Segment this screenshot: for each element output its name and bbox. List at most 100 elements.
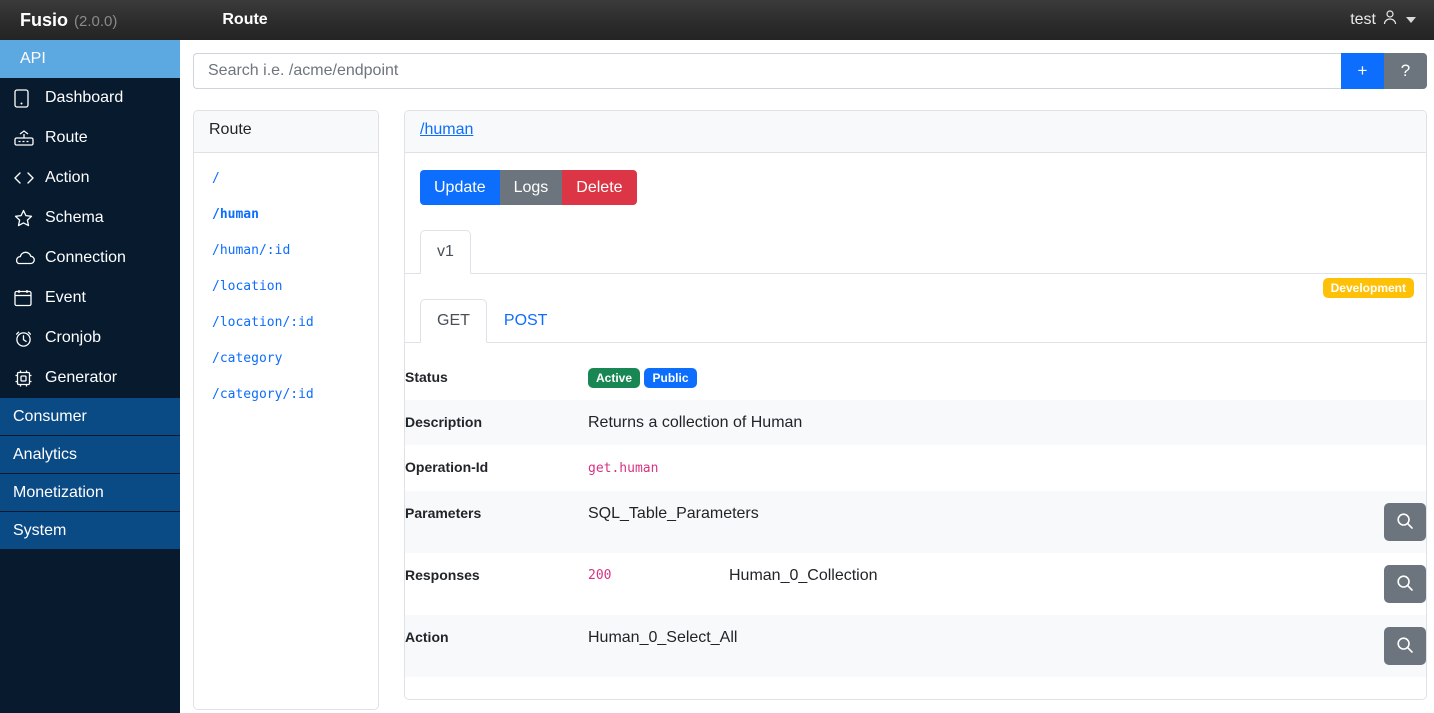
page-title: Route — [222, 11, 268, 28]
sidebar-item-route[interactable]: Route — [0, 118, 180, 158]
action-search-button[interactable] — [1384, 627, 1426, 665]
row-value: Active Public — [588, 355, 1361, 400]
route-detail-body: Update Logs Delete v1 Development GET PO… — [405, 153, 1426, 699]
sidebar-group-analytics[interactable]: Analytics — [0, 436, 180, 474]
sidebar-item-cronjob[interactable]: Cronjob — [0, 318, 180, 358]
sidebar-item-label: Connection — [45, 249, 126, 266]
route-list-item-selected[interactable]: /human — [194, 197, 378, 233]
tab-method-post[interactable]: POST — [487, 299, 565, 343]
chevron-down-icon — [1406, 17, 1416, 23]
sidebar-item-label: Dashboard — [45, 89, 124, 106]
route-list-header: Route — [194, 111, 378, 153]
chip-icon — [14, 368, 36, 388]
method-tabs: GET POST — [405, 299, 1426, 343]
route-detail-table: Status Active Public Description Returns… — [405, 355, 1426, 677]
user-label: test — [1350, 11, 1376, 28]
row-action — [1361, 553, 1426, 615]
route-detail-title-link[interactable]: /human — [420, 121, 473, 138]
person-icon — [1382, 9, 1398, 31]
sidebar-item-label: Cronjob — [45, 329, 102, 346]
sidebar-item-label: Generator — [45, 369, 118, 386]
sidebar-group-monetization[interactable]: Monetization — [0, 474, 180, 512]
route-list-item[interactable]: /human/:id — [194, 233, 378, 269]
status-public-badge: Public — [644, 367, 697, 388]
route-list-item[interactable]: /location/:id — [194, 305, 378, 341]
add-route-button[interactable]: + — [1341, 53, 1384, 89]
sidebar-group-api[interactable]: API — [0, 40, 180, 78]
status-badge-row: Development — [405, 274, 1426, 298]
route-detail-card: /human Update Logs Delete v1 Development — [404, 110, 1427, 700]
sidebar-item-dashboard[interactable]: Dashboard — [0, 78, 180, 118]
panels: Route / /human /human/:id /location /loc… — [193, 110, 1427, 710]
route-list-title: Route — [209, 121, 252, 138]
sidebar-group-api-label: API — [20, 50, 46, 67]
sidebar-item-schema[interactable]: Schema — [0, 198, 180, 238]
table-row: Status Active Public — [405, 355, 1426, 400]
content-area: + ? Route / /human /human/:id /location … — [180, 40, 1434, 713]
code-icon — [14, 168, 36, 188]
sidebar-item-label: Event — [45, 289, 86, 306]
route-list-item[interactable]: / — [194, 161, 378, 197]
logs-button[interactable]: Logs — [499, 170, 563, 205]
search-icon — [1396, 574, 1414, 595]
operation-id-code: get.human — [588, 461, 659, 476]
row-label: Operation-Id — [405, 459, 489, 475]
row-value: Human_0_Select_All — [588, 629, 738, 646]
route-list-item[interactable]: /category — [194, 341, 378, 377]
search-icon — [1396, 636, 1414, 657]
row-label: Status — [405, 369, 448, 385]
top-navbar: Fusio (2.0.0) Route test — [0, 0, 1434, 40]
table-row: Description Returns a collection of Huma… — [405, 400, 1426, 445]
sidebar-item-label: Schema — [45, 209, 104, 226]
tab-version-v1[interactable]: v1 — [420, 230, 471, 274]
star-icon — [14, 208, 36, 228]
route-list-item[interactable]: /location — [194, 269, 378, 305]
tab-method-get[interactable]: GET — [420, 299, 487, 343]
row-value: SQL_Table_Parameters — [588, 505, 759, 522]
calendar-icon — [14, 288, 36, 308]
responses-search-button[interactable] — [1384, 565, 1426, 603]
help-button[interactable]: ? — [1384, 53, 1427, 89]
route-list-card: Route / /human /human/:id /location /loc… — [193, 110, 379, 710]
search-input[interactable] — [193, 53, 1341, 89]
version-tabs: v1 — [405, 230, 1426, 274]
brand-name: Fusio — [20, 9, 68, 30]
row-action — [1361, 400, 1426, 445]
sidebar-item-action[interactable]: Action — [0, 158, 180, 198]
main-layout: API Dashboard Route Action Schema Connec… — [0, 40, 1434, 713]
sidebar-group-consumer[interactable]: Consumer — [0, 398, 180, 436]
table-row: Action Human_0_Select_All — [405, 615, 1426, 677]
brand[interactable]: Fusio (2.0.0) — [20, 10, 117, 31]
route-list-item[interactable]: /category/:id — [194, 377, 378, 413]
row-action — [1361, 491, 1426, 553]
alarm-clock-icon — [14, 328, 36, 348]
parameters-search-button[interactable] — [1384, 503, 1426, 541]
sidebar-group-label: Monetization — [13, 483, 104, 501]
row-label: Parameters — [405, 505, 482, 521]
delete-button[interactable]: Delete — [562, 170, 637, 205]
row-value: get.human — [588, 445, 1361, 491]
search-bar: + ? — [193, 53, 1427, 89]
search-icon — [1396, 512, 1414, 533]
row-action — [1361, 445, 1426, 491]
row-value: 200 Human_0_Collection — [588, 553, 1361, 615]
sidebar-group-label: Analytics — [13, 445, 78, 463]
sidebar-item-connection[interactable]: Connection — [0, 238, 180, 278]
sidebar: API Dashboard Route Action Schema Connec… — [0, 40, 180, 713]
update-button[interactable]: Update — [420, 170, 500, 205]
sidebar-item-label: Action — [45, 169, 90, 186]
table-row: Operation-Id get.human — [405, 445, 1426, 491]
sidebar-group-system[interactable]: System — [0, 512, 180, 550]
user-menu[interactable]: test — [1350, 0, 1416, 40]
response-schema-name: Human_0_Collection — [729, 567, 878, 584]
status-active-badge: Active — [588, 367, 641, 388]
response-status-code: 200 — [588, 568, 612, 583]
route-action-buttons: Update Logs Delete — [405, 153, 1426, 205]
sidebar-item-event[interactable]: Event — [0, 278, 180, 318]
sidebar-item-generator[interactable]: Generator — [0, 358, 180, 398]
cloud-icon — [14, 248, 36, 268]
sidebar-item-label: Route — [45, 129, 88, 146]
sidebar-group-label: System — [13, 521, 67, 539]
status-badge: Development — [1322, 278, 1414, 298]
table-row: Responses 200 Human_0_Collection — [405, 553, 1426, 615]
